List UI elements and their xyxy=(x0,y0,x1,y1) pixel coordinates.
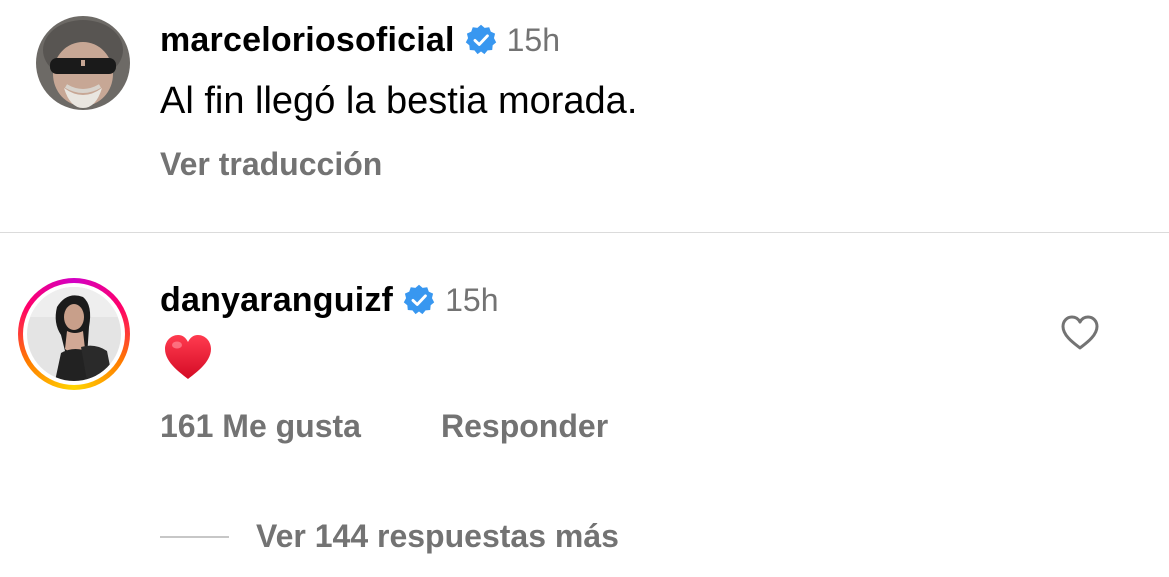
comment-time: 15h xyxy=(445,281,499,318)
verified-badge-icon xyxy=(465,24,496,55)
comment-text: Al fin llegó la bestia morada. xyxy=(160,80,638,122)
comment-header: marceloriosoficial 15h xyxy=(160,20,560,60)
red-heart-emoji-icon xyxy=(165,335,211,379)
avatar[interactable] xyxy=(27,287,121,381)
translate-button[interactable]: Ver traducción xyxy=(160,146,382,183)
comment-time: 15h xyxy=(506,21,560,58)
avatar-image xyxy=(27,287,121,381)
reply-button[interactable]: Responder xyxy=(441,408,608,445)
view-more-replies-button[interactable]: Ver 144 respuestas más xyxy=(256,518,619,555)
comment-item: marceloriosoficial 15h Al fin llegó la b… xyxy=(0,0,1169,232)
heart-outline-icon[interactable] xyxy=(1060,314,1100,352)
avatar-image xyxy=(36,16,130,110)
avatar[interactable] xyxy=(36,16,130,110)
replies-divider-line xyxy=(160,536,229,538)
username[interactable]: marceloriosoficial xyxy=(160,21,455,60)
verified-badge-icon xyxy=(403,284,435,315)
likes-count[interactable]: 161 Me gusta xyxy=(160,408,361,445)
username[interactable]: danyaranguizf xyxy=(160,281,393,320)
comment-header: danyaranguizf 15h xyxy=(160,280,498,320)
